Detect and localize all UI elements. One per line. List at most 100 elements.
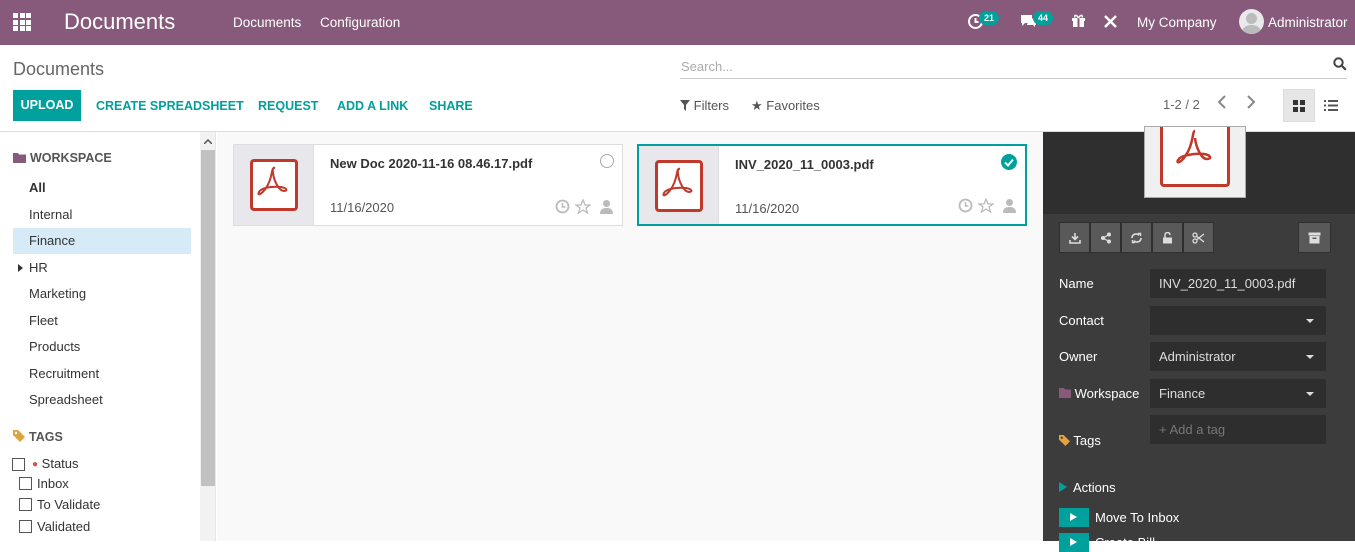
add-link-button[interactable]: ADD A LINK	[337, 99, 408, 113]
request-button[interactable]: REQUEST	[258, 99, 318, 113]
user-menu[interactable]: Administrator	[1268, 15, 1348, 30]
status-group-checkbox[interactable]	[12, 458, 25, 471]
share-button[interactable]: SHARE	[429, 99, 473, 113]
workspace-header: WORKSPACE	[13, 151, 112, 165]
company-switcher[interactable]: My Company	[1137, 15, 1217, 30]
unlock-icon[interactable]	[1152, 222, 1183, 253]
actions-header: Actions	[1059, 480, 1116, 495]
kanban-view-button[interactable]	[1283, 89, 1315, 122]
favorite-star-icon[interactable]	[574, 198, 593, 215]
document-thumbnail[interactable]	[639, 146, 719, 224]
activity-clock-icon[interactable]	[555, 199, 570, 214]
star-icon: ★	[751, 98, 763, 113]
contact-label: Contact	[1059, 313, 1104, 328]
debug-tools-icon[interactable]	[1103, 14, 1118, 32]
tag-group-status: ● Status	[32, 456, 79, 471]
create-spreadsheet-button[interactable]: CREATE SPREADSHEET	[96, 99, 244, 113]
workspace-item-spreadsheet[interactable]: Spreadsheet	[13, 387, 191, 413]
chevron-down-icon[interactable]	[1306, 392, 1314, 396]
filters-label: Filters	[693, 98, 730, 113]
document-date: 11/16/2020	[330, 200, 395, 215]
workspace-item-finance[interactable]: Finance	[13, 228, 191, 254]
tag-inbox-checkbox[interactable]	[19, 477, 32, 490]
document-thumbnail[interactable]	[234, 145, 314, 225]
name-label: Name	[1059, 276, 1094, 291]
owner-avatar-icon[interactable]	[1002, 198, 1017, 213]
kanban-area: New Doc 2020-11-16 08.46.17.pdf 11/16/20…	[217, 132, 1043, 541]
workspace-item-fleet[interactable]: Fleet	[13, 308, 191, 334]
select-circle-icon[interactable]	[600, 154, 614, 168]
workspace-item-all[interactable]: All	[13, 175, 191, 201]
search-bar[interactable]: Search...	[680, 55, 1347, 79]
tag-icon	[13, 430, 25, 442]
contact-select[interactable]	[1150, 306, 1326, 335]
document-inspector: Name INV_2020_11_0003.pdf Contact Owner …	[1043, 126, 1355, 552]
create-bill-button[interactable]	[1059, 533, 1089, 552]
filter-icon	[680, 100, 690, 111]
move-to-inbox-button[interactable]	[1059, 508, 1089, 527]
search-input[interactable]: Search...	[681, 59, 733, 74]
expand-caret-icon[interactable]	[18, 264, 23, 272]
move-to-inbox-label: Move To Inbox	[1095, 510, 1180, 525]
tag-validated-checkbox[interactable]	[19, 520, 32, 533]
replace-icon[interactable]	[1121, 222, 1152, 253]
workspace-item-marketing[interactable]: Marketing	[13, 281, 191, 307]
document-card-selected[interactable]: INV_2020_11_0003.pdf 11/16/2020	[637, 144, 1027, 226]
tag-validated-label: Validated	[37, 519, 91, 534]
search-icon[interactable]	[1333, 57, 1347, 74]
workspace-item-recruitment[interactable]: Recruitment	[13, 361, 191, 387]
upload-button[interactable]: UPLOAD	[13, 90, 81, 121]
favorite-star-icon[interactable]	[977, 197, 996, 214]
favorites-label: Favorites	[766, 98, 820, 113]
breadcrumb: Documents	[13, 59, 105, 79]
folder-icon	[1059, 388, 1071, 398]
filters-dropdown[interactable]: Filters	[680, 98, 729, 113]
pager-value[interactable]: 1-2 / 2	[1163, 97, 1200, 112]
selected-check-icon[interactable]	[1001, 154, 1017, 170]
create-bill-label: Create Bill	[1095, 535, 1155, 550]
activity-clock-icon[interactable]	[958, 198, 973, 213]
owner-label: Owner	[1059, 349, 1098, 364]
list-view-button[interactable]	[1316, 89, 1346, 122]
pager-previous-icon[interactable]	[1217, 95, 1227, 114]
chevron-down-icon[interactable]	[1306, 355, 1314, 359]
list-icon	[1324, 100, 1338, 111]
gift-icon[interactable]	[1071, 13, 1086, 31]
sidebar-scroll-thumb[interactable]	[201, 150, 215, 486]
tag-inbox-label: Inbox	[37, 476, 69, 491]
workspace-item-hr[interactable]: HR	[13, 255, 191, 281]
share-icon[interactable]	[1090, 222, 1121, 253]
menu-configuration[interactable]: Configuration	[320, 15, 400, 30]
tag-icon	[1059, 435, 1070, 446]
activity-badge: 21	[979, 11, 1000, 25]
document-preview-thumbnail[interactable]	[1144, 126, 1246, 198]
kanban-grid-icon	[1293, 100, 1305, 112]
owner-avatar-icon[interactable]	[599, 199, 614, 214]
status-dot-icon: ●	[32, 459, 39, 470]
menu-documents[interactable]: Documents	[233, 15, 301, 30]
chevron-down-icon[interactable]	[1306, 319, 1314, 323]
document-card[interactable]: New Doc 2020-11-16 08.46.17.pdf 11/16/20…	[233, 144, 623, 226]
name-field[interactable]: INV_2020_11_0003.pdf	[1150, 269, 1326, 298]
workspace-select[interactable]: Finance	[1150, 379, 1326, 408]
inspector-preview-area	[1043, 126, 1355, 214]
top-navbar: Documents Documents Configuration 21 44 …	[0, 0, 1355, 45]
scroll-up-arrow-icon[interactable]	[204, 139, 212, 144]
workspace-item-internal[interactable]: Internal	[13, 202, 191, 228]
pager-next-icon[interactable]	[1246, 95, 1256, 114]
owner-select[interactable]: Administrator	[1150, 342, 1326, 371]
tags-label: Tags	[1059, 433, 1101, 448]
add-tag-input[interactable]: + Add a tag	[1150, 415, 1326, 444]
document-date: 11/16/2020	[735, 201, 800, 216]
apps-menu-icon[interactable]	[13, 13, 31, 31]
archive-icon[interactable]	[1298, 222, 1331, 253]
split-scissors-icon[interactable]	[1183, 222, 1214, 253]
workspace-label: Workspace	[1059, 386, 1139, 401]
download-icon[interactable]	[1059, 222, 1090, 253]
workspace-item-products[interactable]: Products	[13, 334, 191, 360]
tag-to-validate-label: To Validate	[37, 497, 101, 512]
inspector-toolbar	[1059, 222, 1215, 253]
favorites-dropdown[interactable]: ★ Favorites	[751, 98, 820, 114]
tag-to-validate-checkbox[interactable]	[19, 498, 32, 511]
user-avatar[interactable]	[1239, 9, 1264, 34]
